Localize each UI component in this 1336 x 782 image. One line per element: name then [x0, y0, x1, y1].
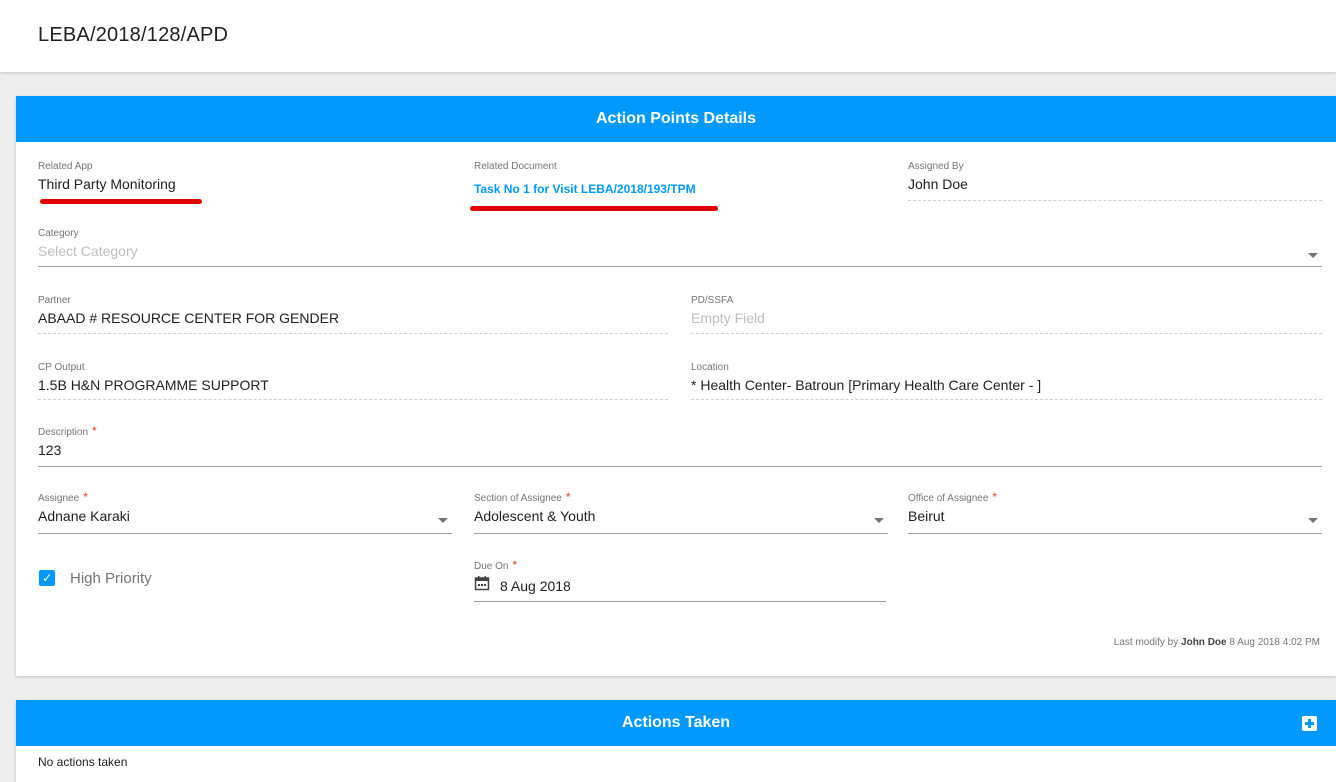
no-actions-text: No actions taken	[38, 755, 128, 769]
due-on-value: 8 Aug 2018	[500, 578, 571, 594]
high-priority-label: High Priority	[70, 570, 152, 587]
pd-ssfa-label: PD/SSFA	[691, 295, 734, 306]
chevron-down-icon[interactable]	[1308, 253, 1318, 258]
description-input[interactable]: Description * 123	[38, 424, 1322, 467]
due-on-label: Due On *	[474, 558, 518, 572]
cp-output-value: 1.5B H&N PROGRAMME SUPPORT	[38, 377, 269, 393]
office-of-assignee-select[interactable]: Office of Assignee * Beirut	[908, 490, 1322, 535]
category-placeholder: Select Category	[38, 243, 138, 259]
office-label: Office of Assignee *	[908, 490, 998, 504]
partner-label: Partner	[38, 295, 71, 306]
cp-output-label: CP Output	[38, 362, 85, 373]
pd-ssfa-placeholder: Empty Field	[691, 310, 765, 326]
required-marker: *	[83, 490, 88, 504]
required-marker: *	[992, 490, 998, 504]
chevron-down-icon[interactable]	[438, 518, 448, 523]
cp-output-field: CP Output 1.5B H&N PROGRAMME SUPPORT	[38, 362, 668, 402]
required-marker: *	[92, 424, 97, 438]
partner-field: Partner ABAAD # RESOURCE CENTER FOR GEND…	[38, 295, 668, 335]
last-modified-user: John Doe	[1181, 637, 1227, 648]
plus-icon[interactable]	[1302, 716, 1317, 731]
office-value: Beirut	[908, 508, 945, 524]
chevron-down-icon[interactable]	[874, 518, 884, 523]
annotation-underline	[40, 199, 202, 204]
actions-taken-card: Actions Taken No actions taken	[16, 700, 1336, 782]
related-document-field: Related Document Task No 1 for Visit LEB…	[474, 161, 894, 201]
check-icon[interactable]: ✓	[39, 570, 55, 586]
last-modified-info: Last modify by John Doe 8 Aug 2018 4:02 …	[1113, 637, 1320, 648]
description-value: 123	[38, 442, 62, 458]
top-bar: LEBA/2018/128/APD	[0, 0, 1336, 72]
related-app-value: Third Party Monitoring	[38, 176, 176, 192]
related-app-field: Related App Third Party Monitoring	[38, 161, 458, 201]
card-header-actions: Actions Taken	[16, 700, 1336, 746]
section-of-assignee-select[interactable]: Section of Assignee * Adolescent & Youth	[474, 490, 888, 535]
related-document-label: Related Document	[474, 161, 557, 172]
required-marker: *	[565, 490, 571, 504]
partner-value: ABAAD # RESOURCE CENTER FOR GENDER	[38, 310, 340, 326]
assignee-select[interactable]: Assignee * Adnane Karaki	[38, 490, 452, 535]
location-label: Location	[691, 362, 729, 373]
page-title: LEBA/2018/128/APD	[38, 24, 229, 46]
description-label: Description *	[38, 424, 97, 438]
section-value: Adolescent & Youth	[474, 508, 596, 524]
section-label: Section of Assignee *	[474, 490, 571, 504]
annotation-underline	[470, 206, 718, 211]
assigned-by-value: John Doe	[908, 176, 968, 192]
related-app-label: Related App	[38, 161, 93, 172]
card-header-details: Action Points Details	[16, 96, 1336, 142]
category-label: Category	[38, 228, 79, 239]
assigned-by-field: Assigned By John Doe	[908, 161, 1322, 201]
related-document-link[interactable]: Task No 1 for Visit LEBA/2018/193/TPM	[474, 182, 696, 196]
location-field: Location * Health Center- Batroun [Prima…	[691, 362, 1322, 402]
calendar-icon[interactable]	[474, 575, 490, 591]
action-points-details-card: Action Points Details Related App Third …	[16, 96, 1336, 676]
chevron-down-icon[interactable]	[1308, 518, 1318, 523]
pd-ssfa-field: PD/SSFA Empty Field	[691, 295, 1322, 335]
due-on-datepicker[interactable]: Due On * 8 Aug 2018	[474, 558, 886, 603]
assignee-value: Adnane Karaki	[38, 508, 130, 524]
required-marker: *	[512, 558, 518, 572]
assignee-label: Assignee *	[38, 490, 88, 504]
category-select[interactable]: Category Select Category	[38, 228, 1322, 268]
assigned-by-label: Assigned By	[908, 161, 964, 172]
location-value: * Health Center- Batroun [Primary Health…	[691, 377, 1042, 393]
